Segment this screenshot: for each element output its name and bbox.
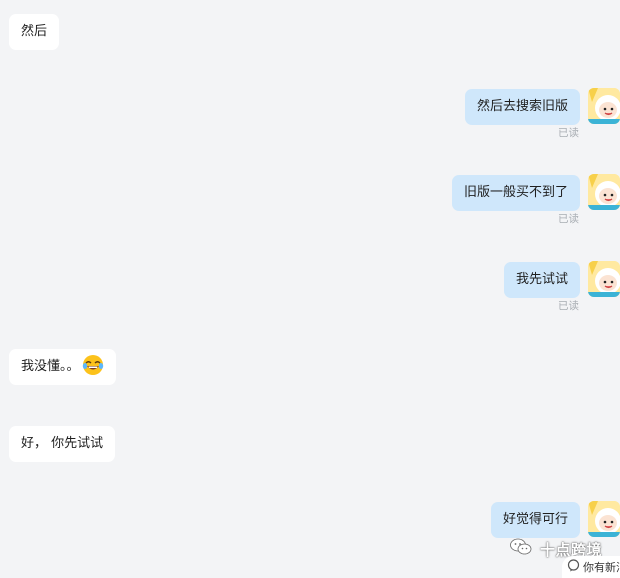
message-text: 我先试试 bbox=[515, 272, 568, 287]
read-status: 已读 bbox=[558, 213, 579, 225]
joy-emoji-icon bbox=[82, 354, 104, 376]
user-avatar[interactable] bbox=[588, 501, 620, 537]
read-status: 已读 bbox=[558, 127, 579, 139]
message-bubble-sent: 然后去搜索旧版 bbox=[464, 89, 580, 125]
user-avatar[interactable] bbox=[588, 261, 620, 297]
message-bubble-sent: 好觉得可行 bbox=[490, 502, 580, 538]
message-text: 好觉得可行 bbox=[502, 512, 568, 527]
message-bubble-received: 然后 bbox=[9, 14, 60, 50]
message-text: 然后 bbox=[21, 24, 48, 39]
new-message-tip[interactable]: 你有新消息 bbox=[562, 556, 620, 578]
user-avatar[interactable] bbox=[588, 88, 620, 124]
user-avatar[interactable] bbox=[588, 174, 620, 210]
read-status: 已读 bbox=[558, 300, 579, 312]
new-message-text: 你有新消息 bbox=[583, 561, 620, 574]
message-text: 旧版一般买不到了 bbox=[463, 185, 568, 200]
message-bubble-sent: 旧版一般买不到了 bbox=[451, 175, 580, 211]
wechat-icon bbox=[510, 538, 540, 560]
chat-bubble-icon bbox=[567, 559, 583, 575]
message-bubble-received: 好， 你先试试 bbox=[9, 426, 116, 462]
message-bubble-sent: 我先试试 bbox=[503, 262, 580, 298]
message-text: 我没懂。。 bbox=[21, 359, 80, 374]
message-text: 好， 你先试试 bbox=[21, 436, 104, 451]
message-text: 然后去搜索旧版 bbox=[476, 99, 568, 114]
message-bubble-received: 我没懂。。 bbox=[9, 349, 116, 385]
